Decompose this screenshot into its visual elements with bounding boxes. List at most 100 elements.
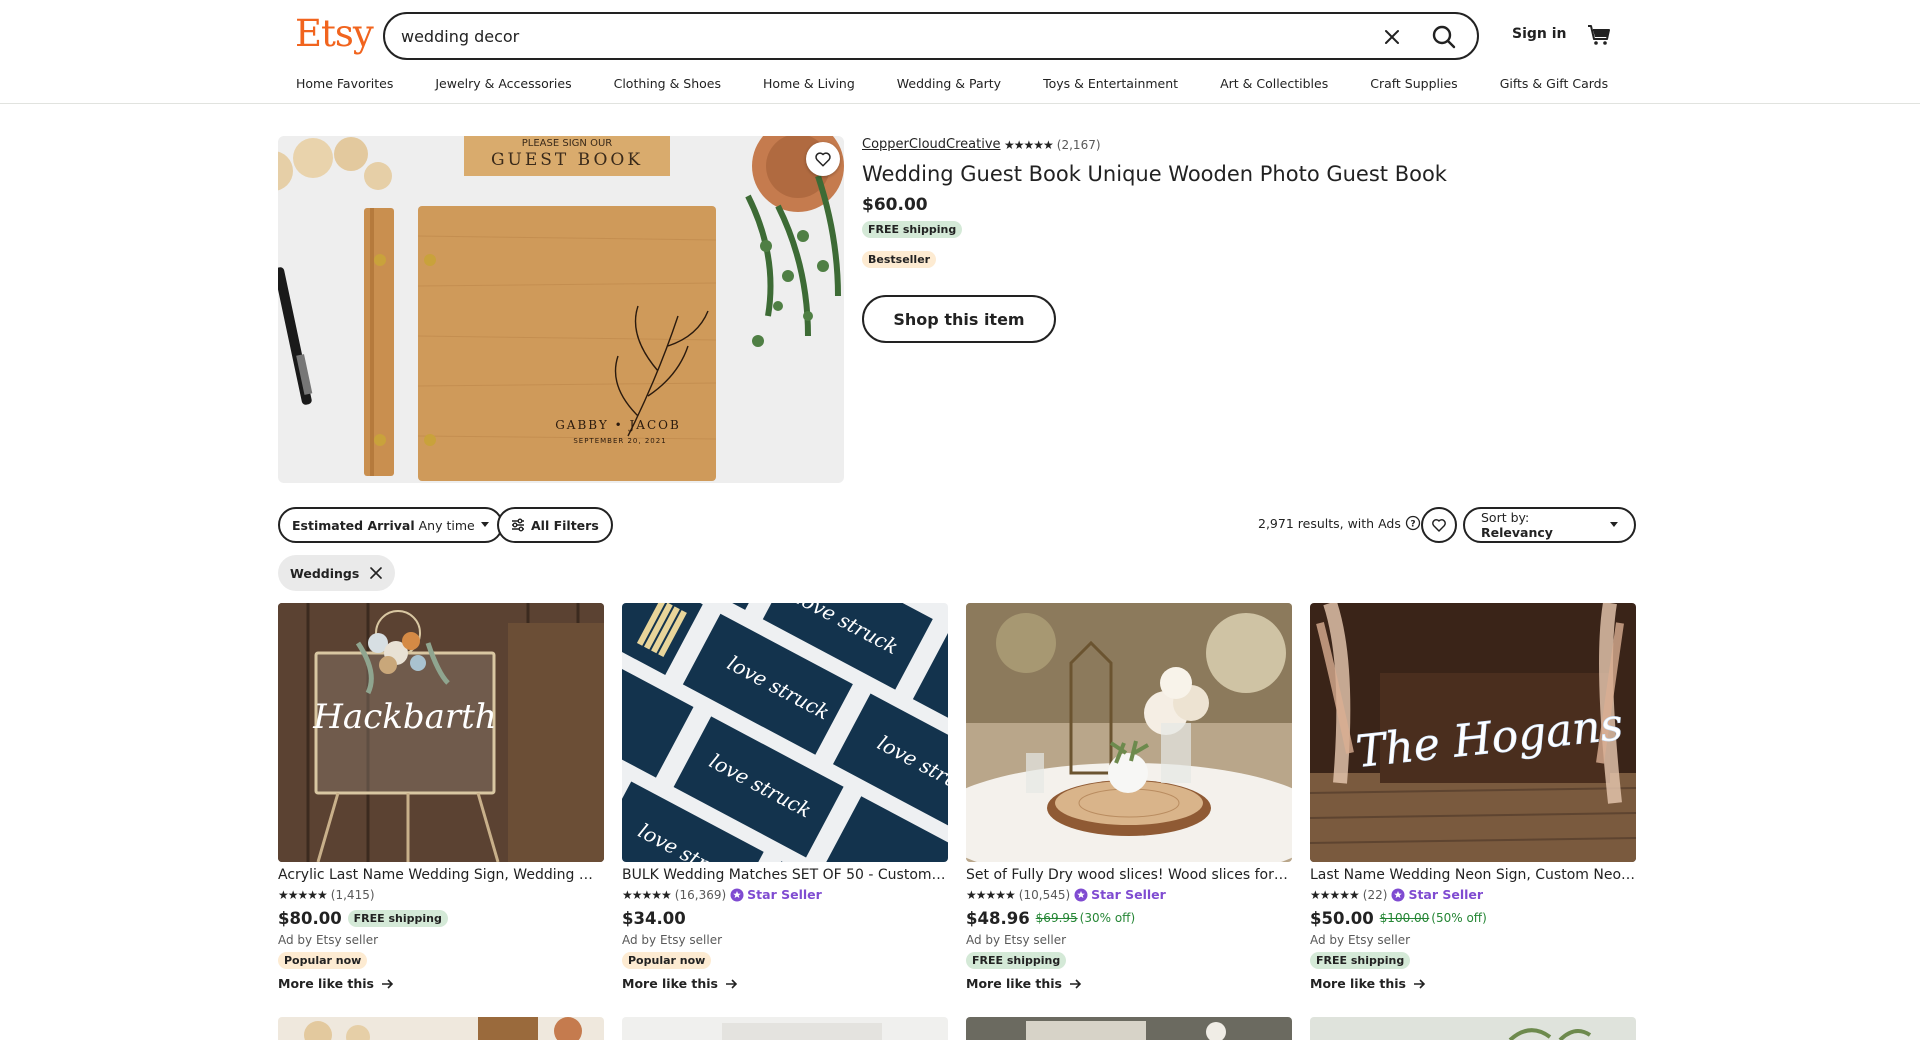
sign-main-text: GUEST BOOK: [491, 150, 643, 170]
listing-rating: ★★★★★ (22) Star Seller: [1310, 887, 1636, 902]
sort-value: Relevancy: [1481, 525, 1553, 540]
featured-listing-image[interactable]: PLEASE SIGN OUR GUEST BOOK GABBY • JACOB…: [278, 136, 844, 483]
category-clothing[interactable]: Clothing & Shoes: [614, 76, 721, 91]
ad-by-label: Ad by Etsy seller: [622, 933, 723, 947]
popular-now-badge: Popular now: [622, 952, 712, 969]
discount-percent: (50% off): [1431, 911, 1487, 925]
sign-top-text: PLEASE SIGN OUR: [522, 138, 613, 149]
listing-image-partial[interactable]: [278, 1017, 604, 1040]
listing-card[interactable]: love struck love struck love struck love…: [622, 603, 948, 991]
listing-image-partial[interactable]: [966, 1017, 1292, 1040]
star-rating: ★★★★★: [622, 887, 672, 902]
results-text: 2,971 results, with Ads: [1258, 515, 1401, 531]
listing-image[interactable]: The Hogans: [1310, 603, 1636, 862]
sliders-icon: [512, 518, 524, 532]
discount-percent: (30% off): [1079, 911, 1136, 925]
clear-search-button[interactable]: [1381, 26, 1403, 48]
sort-label: Sort by:: [1481, 510, 1530, 525]
badge-label: FREE shipping: [862, 221, 963, 238]
all-filters-label: All Filters: [531, 517, 599, 533]
more-like-this-link[interactable]: More like this: [278, 976, 604, 991]
svg-text:?: ?: [1410, 520, 1415, 530]
free-shipping-badge: FREE shipping: [862, 221, 963, 238]
heart-icon: [1432, 519, 1446, 532]
favorite-featured-button[interactable]: [806, 142, 840, 176]
category-toys[interactable]: Toys & Entertainment: [1043, 76, 1178, 91]
listing-rating: ★★★★★ (16,369) Star Seller: [622, 887, 948, 902]
original-price: $69.95: [1035, 911, 1078, 925]
star-seller-badge: Star Seller: [1391, 887, 1483, 902]
ad-by-label: Ad by Etsy seller: [278, 933, 379, 947]
listing-image[interactable]: Hackbarth: [278, 603, 604, 862]
free-shipping-badge: FREE shipping: [1310, 952, 1411, 969]
image-date-text: SEPTEMBER 20, 2021: [573, 437, 666, 445]
search-button[interactable]: [1429, 22, 1459, 52]
arrival-label: Estimated Arrival: [292, 517, 415, 533]
popular-now-badge: Popular now: [278, 952, 368, 969]
featured-shop-name[interactable]: CopperCloudCreative: [862, 137, 1001, 152]
featured-price: $60.00: [862, 195, 928, 215]
star-seller-badge: Star Seller: [730, 887, 822, 902]
chip-label: Weddings: [290, 565, 360, 581]
star-seller-icon: [1391, 888, 1405, 901]
price-row: $50.00 $100.00 (50% off): [1310, 908, 1636, 928]
more-label: More like this: [966, 976, 1062, 991]
category-wedding-party[interactable]: Wedding & Party: [897, 76, 1001, 91]
listing-title[interactable]: BULK Wedding Matches SET OF 50 - Custom …: [622, 867, 948, 883]
listing-rating: ★★★★★ (1,415): [278, 887, 604, 902]
listing-image-partial[interactable]: [1310, 1017, 1636, 1040]
more-like-this-link[interactable]: More like this: [622, 976, 948, 991]
review-count: (1,415): [330, 887, 375, 902]
etsy-logo[interactable]: Etsy: [295, 12, 374, 55]
bestseller-badge: Bestseller: [862, 251, 937, 268]
more-label: More like this: [278, 976, 374, 991]
shop-this-item-button[interactable]: Shop this item: [862, 295, 1056, 343]
free-shipping-badge: FREE shipping: [347, 909, 448, 927]
listing-price: $48.96: [966, 908, 1030, 928]
cart-button[interactable]: [1586, 22, 1612, 48]
more-like-this-link[interactable]: More like this: [966, 976, 1292, 991]
listing-title[interactable]: Set of Fully Dry wood slices! Wood slice…: [966, 867, 1292, 883]
category-craft[interactable]: Craft Supplies: [1370, 76, 1457, 91]
featured-rating: ★★★★★ (2,167): [1004, 138, 1101, 152]
listing-rating: ★★★★★ (10,545) Star Seller: [966, 887, 1292, 902]
listing-image[interactable]: [966, 603, 1292, 862]
listing-title[interactable]: Last Name Wedding Neon Sign, Custom Neon…: [1310, 867, 1636, 883]
tag-row: Popular now: [622, 952, 948, 969]
arrow-right-icon: [1070, 978, 1082, 989]
category-gifts[interactable]: Gifts & Gift Cards: [1500, 76, 1608, 91]
ad-by-label: Ad by Etsy seller: [1310, 933, 1411, 947]
more-like-this-link[interactable]: More like this: [1310, 976, 1636, 991]
image-sign-text: Hackbarth: [312, 697, 496, 737]
all-filters-button[interactable]: All Filters: [497, 507, 613, 543]
listing-image[interactable]: love struck love struck love struck love…: [622, 603, 948, 862]
image-names-text: GABBY • JACOB: [555, 418, 681, 432]
listing-card[interactable]: Set of Fully Dry wood slices! Wood slice…: [966, 603, 1292, 991]
sign-in-link[interactable]: Sign in: [1512, 26, 1567, 42]
listing-card[interactable]: The Hogans Last Name Wedding Neon Sign, …: [1310, 603, 1636, 991]
category-jewelry[interactable]: Jewelry & Accessories: [435, 76, 571, 91]
listing-price: $80.00: [278, 908, 342, 928]
listing-title[interactable]: Acrylic Last Name Wedding Sign, Wedding …: [278, 867, 604, 883]
category-art[interactable]: Art & Collectibles: [1220, 76, 1328, 91]
weddings-filter-chip[interactable]: Weddings: [278, 555, 396, 591]
help-icon[interactable]: ?: [1405, 515, 1421, 531]
save-search-button[interactable]: [1421, 507, 1457, 543]
listing-card[interactable]: Hackbarth Acrylic Last Name Wedding Sign…: [278, 603, 604, 991]
sort-dropdown[interactable]: Sort by: Relevancy: [1463, 507, 1636, 543]
star-rating: ★★★★★: [1004, 138, 1054, 152]
more-label: More like this: [1310, 976, 1406, 991]
star-seller-label: Star Seller: [1091, 887, 1166, 902]
listing-image-partial[interactable]: [622, 1017, 948, 1040]
featured-title[interactable]: Wedding Guest Book Unique Wooden Photo G…: [862, 162, 1447, 186]
star-seller-label: Star Seller: [1408, 887, 1484, 902]
close-icon[interactable]: [369, 566, 383, 580]
star-rating: ★★★★★: [966, 887, 1016, 902]
category-nav: Home Favorites Jewelry & Accessories Clo…: [296, 76, 1608, 91]
search-input[interactable]: [401, 24, 1341, 48]
star-seller-icon: [730, 888, 744, 901]
category-home-living[interactable]: Home & Living: [763, 76, 855, 91]
search-bar[interactable]: [383, 12, 1479, 60]
estimated-arrival-filter[interactable]: Estimated Arrival Any time: [278, 507, 503, 543]
category-home-favorites[interactable]: Home Favorites: [296, 76, 393, 91]
